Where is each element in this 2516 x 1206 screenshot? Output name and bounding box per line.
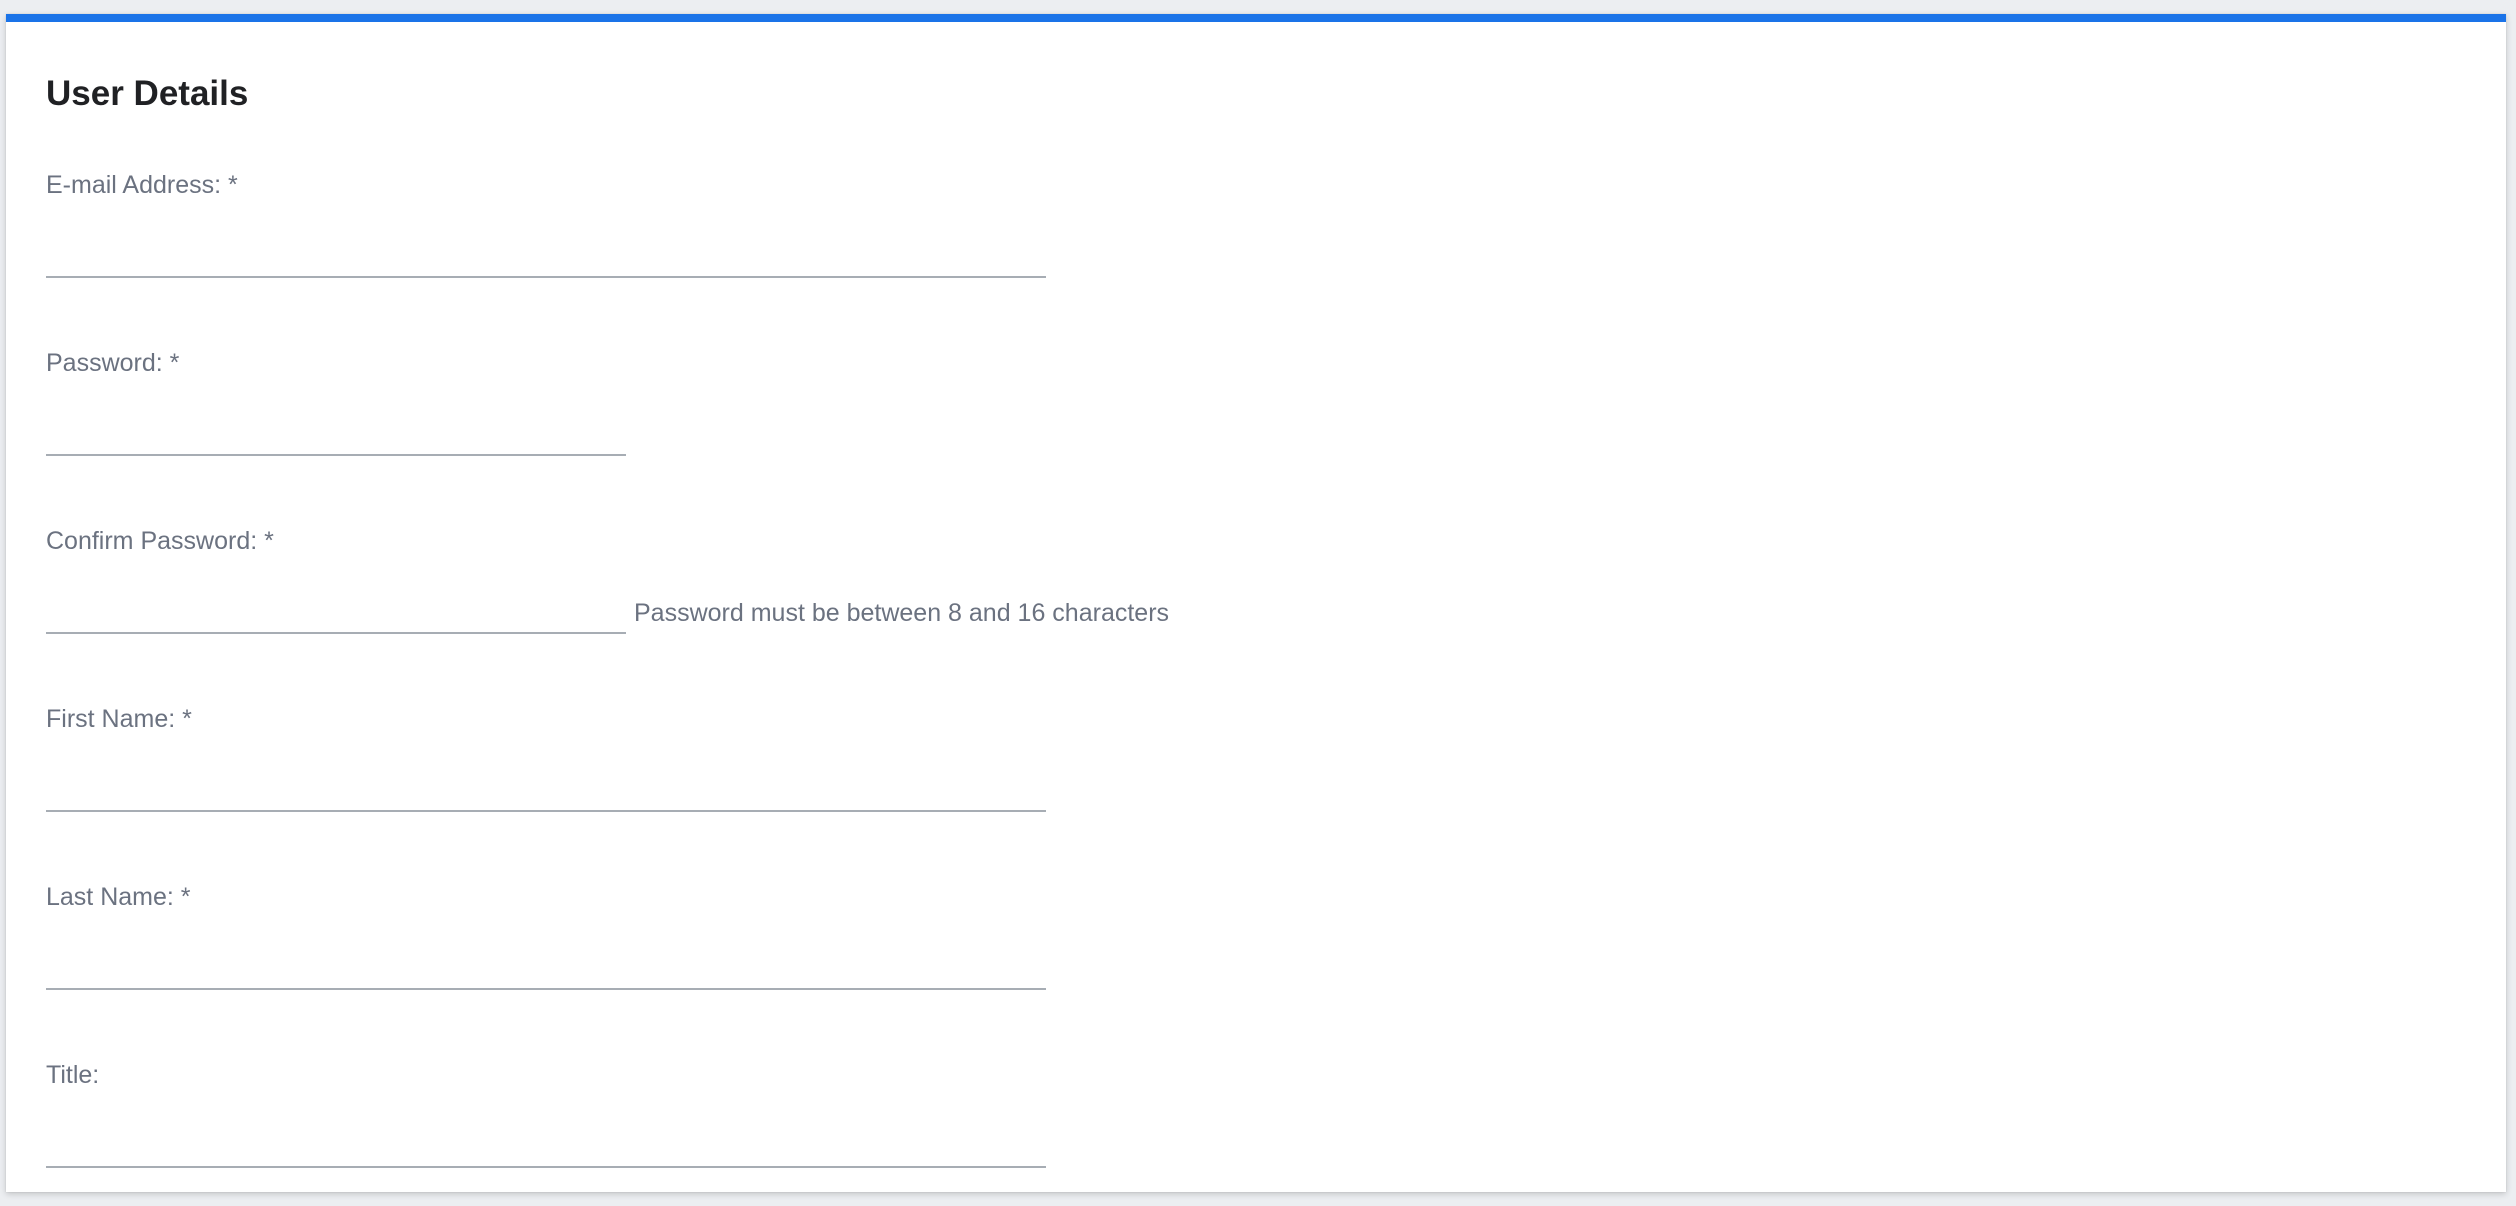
password-field-group: Password: * [46, 348, 626, 456]
title-field-group: Title: [46, 1060, 1046, 1168]
password-input[interactable] [46, 414, 626, 456]
email-label: E-mail Address: * [46, 171, 238, 199]
last-name-field-group: Last Name: * [46, 882, 1046, 990]
section-title: User Details [46, 74, 249, 113]
confirm-password-input[interactable] [46, 592, 626, 634]
confirm-password-row: Password must be between 8 and 16 charac… [46, 556, 1169, 634]
confirm-password-label: Confirm Password: * [46, 527, 274, 555]
confirm-password-field-group: Confirm Password: * Password must be bet… [46, 526, 1169, 634]
title-input[interactable] [46, 1126, 1046, 1168]
first-name-field-group: First Name: * [46, 704, 1046, 812]
user-details-card: User Details E-mail Address: * Password:… [6, 14, 2506, 1192]
email-input[interactable] [46, 236, 1046, 278]
last-name-label: Last Name: * [46, 883, 191, 911]
title-label: Title: [46, 1061, 100, 1089]
password-label: Password: * [46, 349, 180, 377]
first-name-input[interactable] [46, 770, 1046, 812]
password-length-hint: Password must be between 8 and 16 charac… [634, 599, 1170, 627]
last-name-input[interactable] [46, 948, 1046, 990]
first-name-label: First Name: * [46, 705, 192, 733]
email-field-group: E-mail Address: * [46, 170, 1046, 278]
